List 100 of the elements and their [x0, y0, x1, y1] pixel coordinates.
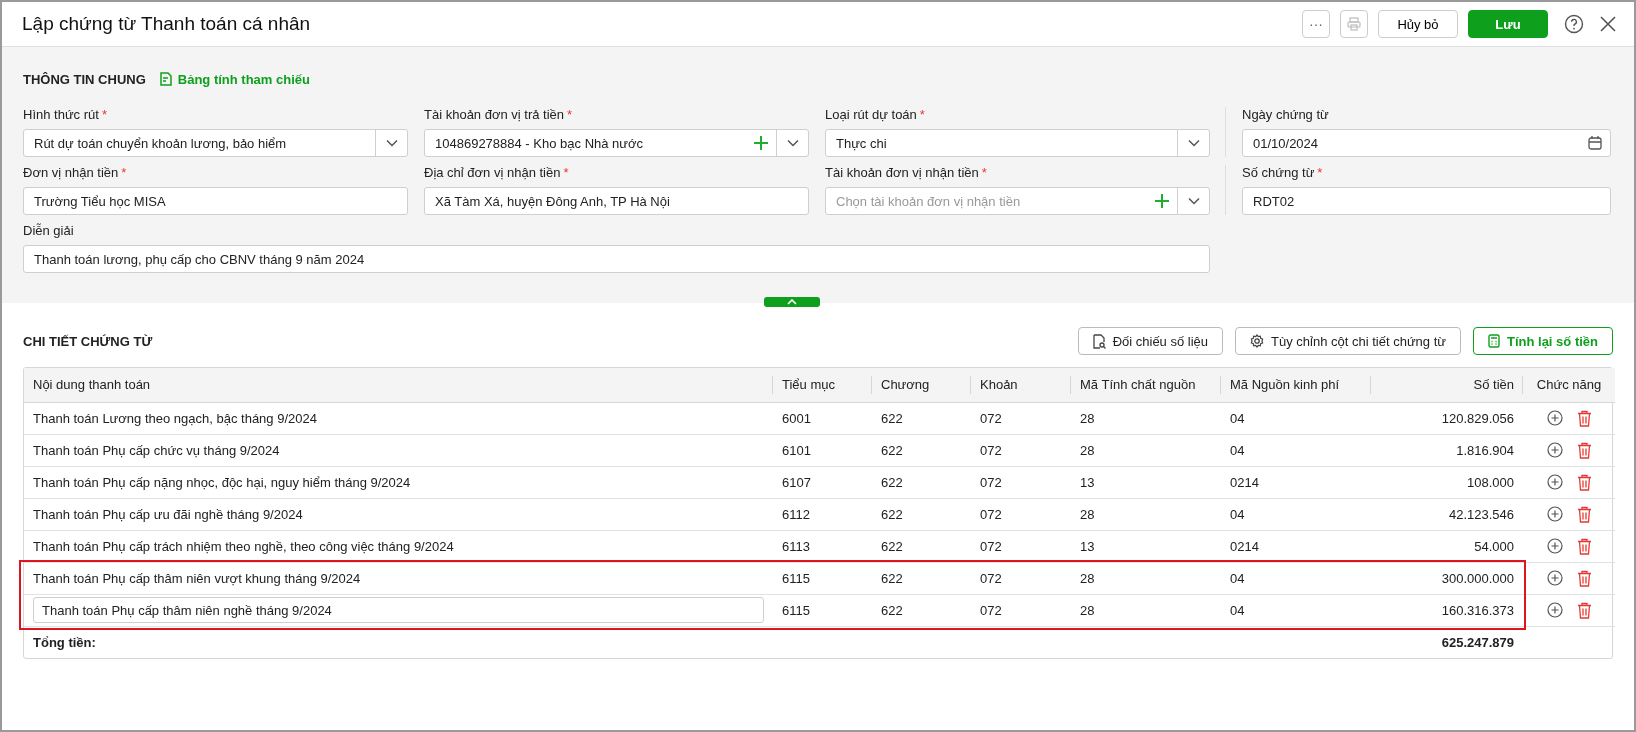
printer-icon [1347, 17, 1361, 31]
required-mark: * [567, 107, 573, 122]
close-button[interactable] [1600, 16, 1616, 32]
table-cell: 04 [1221, 402, 1371, 434]
table-cell: 622 [872, 402, 971, 434]
table-cell: 28 [1071, 402, 1221, 434]
chevron-down-icon [1187, 139, 1200, 147]
select-field[interactable]: Thực chi [825, 129, 1210, 157]
field-label: Loại rút dự toán [825, 107, 917, 122]
required-mark: * [1317, 165, 1323, 180]
input-field[interactable]: RDT02 [1242, 187, 1611, 215]
input-field[interactable]: Thanh toán lương, phụ cấp cho CBNV tháng 9 năm 2024 [23, 245, 1210, 273]
table-cell: Thanh toán Phụ cấp thâm niên vượt khung tháng 9/2024 [24, 562, 773, 594]
add-row-button[interactable] [1546, 410, 1563, 426]
field-label: Đơn vị nhận tiền [23, 165, 119, 180]
table-cell: 072 [971, 434, 1071, 466]
window-title: Lập chứng từ Thanh toán cá nhân [22, 13, 312, 35]
table-cell: 622 [872, 562, 971, 594]
customize-columns-button[interactable]: Tùy chỉnh cột chi tiết chứng từ [1235, 327, 1461, 355]
table-cell: 04 [1221, 498, 1371, 530]
table-cell: Thanh toán Phụ cấp trách nhiệm theo nghề, theo công việc tháng 9/2024 [24, 530, 773, 562]
column-header: Tiểu mục [773, 368, 872, 402]
delete-button[interactable] [1576, 441, 1592, 459]
chevron-down-icon [1187, 197, 1200, 205]
table-cell: 42.123.546 [1371, 498, 1523, 530]
input-field[interactable]: Trường Tiểu học MISA [23, 187, 408, 215]
table-cell: Thanh toán Lương theo ngạch, bậc tháng 9/2024 [24, 402, 773, 434]
table-cell: 54.000 [1371, 530, 1523, 562]
table-cell: 6112 [773, 498, 872, 530]
required-mark: * [101, 107, 107, 122]
field-label: Diễn giải [23, 223, 74, 238]
section-heading: CHI TIẾT CHỨNG TỪ [23, 333, 154, 349]
chevron-down-icon [786, 139, 799, 147]
add-row-button[interactable] [1546, 602, 1563, 618]
delete-button[interactable] [1576, 505, 1592, 523]
column-header: Chức năng [1523, 368, 1615, 402]
settings-icon [1250, 334, 1265, 348]
required-mark: * [563, 165, 569, 180]
section-heading: THÔNG TIN CHUNG [23, 71, 146, 87]
table-cell: 622 [872, 530, 971, 562]
table-cell: 04 [1221, 434, 1371, 466]
table-cell: 108.000 [1371, 466, 1523, 498]
delete-button[interactable] [1576, 537, 1592, 555]
table-cell: 13 [1071, 530, 1221, 562]
table-cell: 072 [971, 594, 1071, 626]
more-button[interactable]: ··· [1302, 10, 1330, 38]
field-label: Tài khoản đơn vị trả tiền [424, 107, 565, 122]
add-row-button[interactable] [1546, 506, 1563, 522]
table-cell: 6113 [773, 530, 872, 562]
select-field[interactable]: Rút dự toán chuyển khoản lương, bảo hiểm [23, 129, 408, 157]
add-row-button[interactable] [1546, 538, 1563, 554]
help-button[interactable] [1564, 14, 1584, 34]
table-cell: 072 [971, 530, 1071, 562]
column-header: Số tiền [1371, 368, 1523, 402]
add-row-button[interactable] [1546, 442, 1563, 458]
calendar-icon [1588, 136, 1602, 150]
table-cell: 6001 [773, 402, 872, 434]
column-header: Nội dung thanh toán [24, 368, 773, 402]
add-row-button[interactable] [1546, 570, 1563, 586]
date-field[interactable]: 01/10/2024 [1242, 129, 1611, 157]
input-field[interactable]: Xã Tàm Xá, huyện Đông Anh, TP Hà Nội [424, 187, 809, 215]
table-cell: 072 [971, 562, 1071, 594]
collapse-button[interactable] [764, 297, 820, 307]
table-cell: 622 [872, 434, 971, 466]
field-label: Địa chỉ đơn vị nhận tiền [424, 165, 561, 180]
compare-button[interactable]: Đối chiếu số liệu [1077, 327, 1224, 355]
field-label: Tài khoản đơn vị nhận tiền [825, 165, 979, 180]
chevron-down-icon [385, 139, 398, 147]
delete-button[interactable] [1576, 409, 1592, 427]
cancel-button[interactable]: Hủy bỏ [1378, 10, 1458, 38]
delete-button[interactable] [1576, 601, 1592, 619]
table-cell: 072 [971, 466, 1071, 498]
delete-button[interactable] [1576, 473, 1592, 491]
table-cell: 160.316.373 [1371, 594, 1523, 626]
column-header: Khoản [971, 368, 1071, 402]
column-header: Mã Tính chất nguồn [1071, 368, 1221, 402]
table-cell: 120.829.056 [1371, 402, 1523, 434]
select-field[interactable]: 104869278884 - Kho bạc Nhà nước [424, 129, 809, 157]
table-cell: 622 [872, 498, 971, 530]
table-cell: 622 [872, 466, 971, 498]
table-cell: 6101 [773, 434, 872, 466]
add-row-button[interactable] [1546, 474, 1563, 490]
document-search-icon [1092, 333, 1106, 349]
total-label: Tổng tiền: [24, 626, 773, 658]
field-label: Hình thức rút [23, 107, 99, 122]
column-header: Chương [872, 368, 971, 402]
required-mark: * [121, 165, 127, 180]
total-amount: 625.247.879 [1371, 626, 1523, 658]
table-cell: 28 [1071, 498, 1221, 530]
table-cell: 072 [971, 402, 1071, 434]
table-cell: 0214 [1221, 530, 1371, 562]
plus-icon[interactable] [1155, 194, 1169, 208]
delete-button[interactable] [1576, 569, 1592, 587]
input-field[interactable]: Thanh toán Phụ cấp thâm niên nghề tháng 9/2024 [33, 597, 764, 623]
table-cell: 28 [1071, 434, 1221, 466]
table-cell: 622 [872, 594, 971, 626]
field-label: Ngày chứng từ [1242, 107, 1329, 122]
table-cell: 6115 [773, 562, 872, 594]
table-cell: 300.000.000 [1371, 562, 1523, 594]
plus-icon[interactable] [754, 136, 768, 150]
